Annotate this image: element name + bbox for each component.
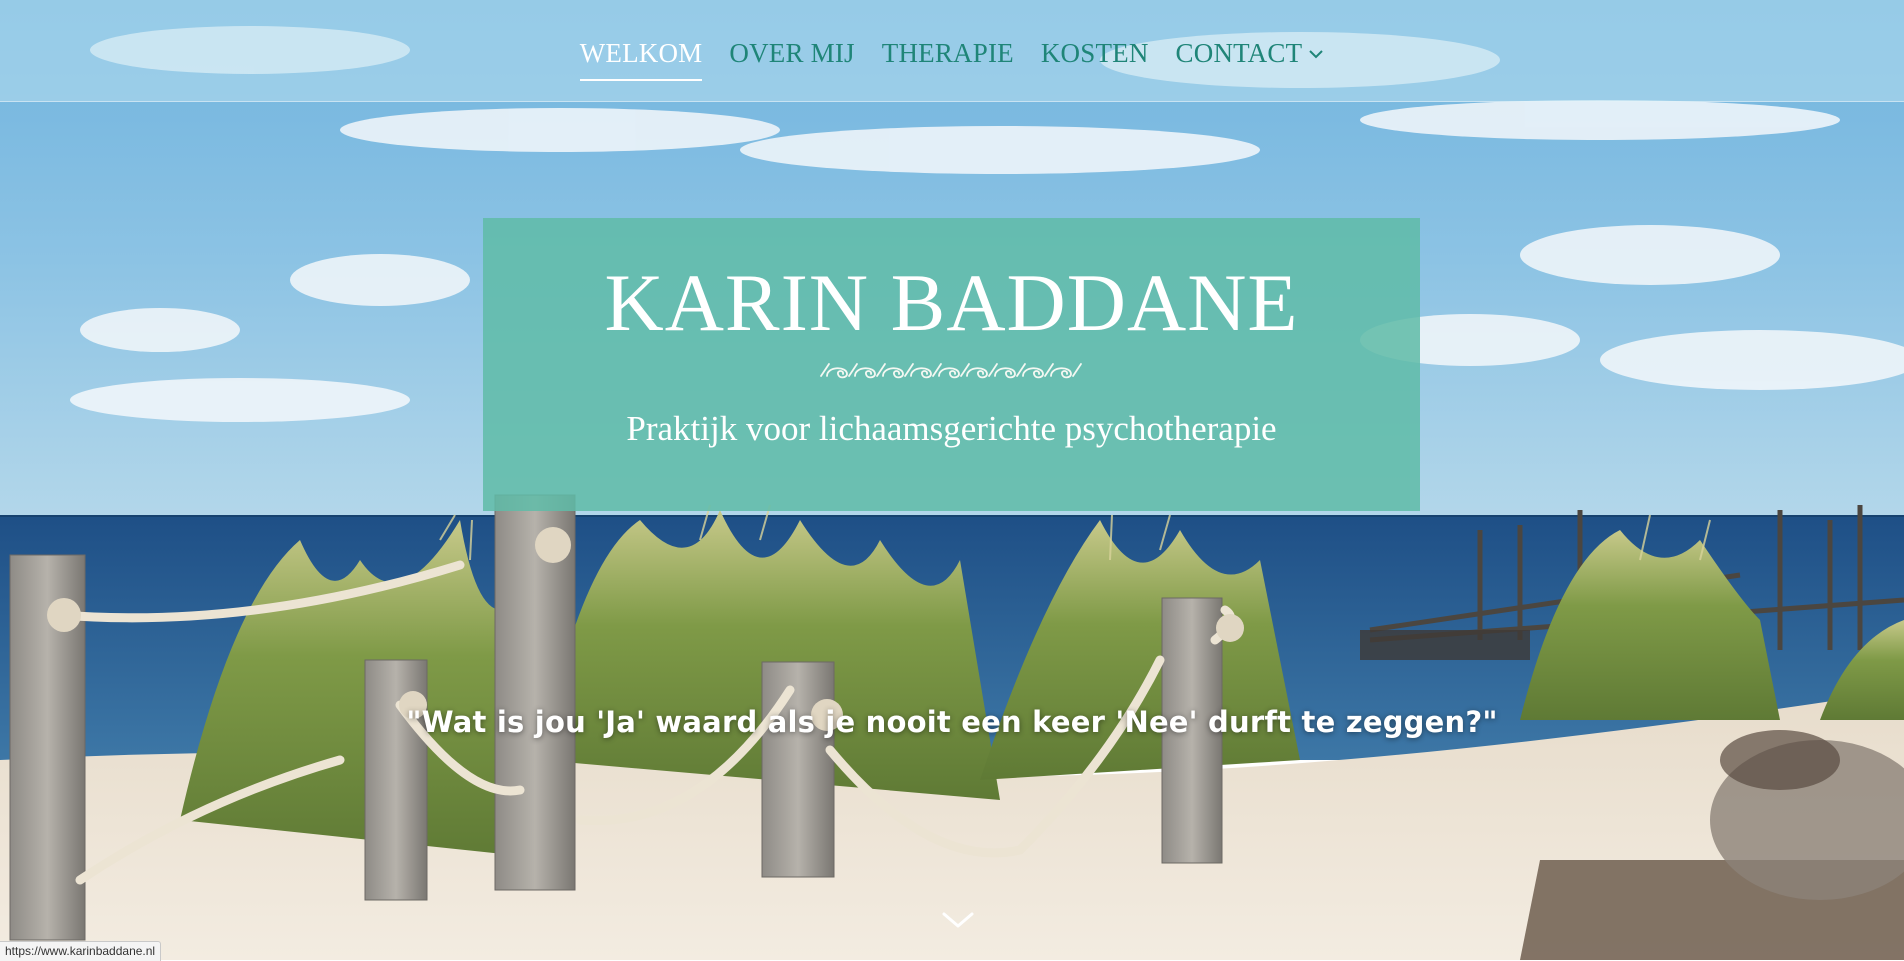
nav-item-label: CONTACT (1175, 38, 1303, 68)
chevron-down-icon (942, 912, 974, 928)
nav-item-welkom[interactable]: WELKOM (579, 38, 703, 81)
scroll-down-button[interactable] (938, 906, 978, 936)
nav-item-contact[interactable]: CONTACT (1176, 38, 1325, 79)
nav-item-label: THERAPIE (881, 38, 1014, 68)
top-navigation: WELKOM OVER MIJ THERAPIE KOSTEN CONTACT (0, 0, 1904, 102)
nav-item-therapie[interactable]: THERAPIE (882, 38, 1014, 79)
hero-quote: "Wat is jou 'Ja' waard als je nooit een … (406, 705, 1498, 739)
status-bar-url: https://www.karinbaddane.nl (0, 941, 162, 961)
nav-item-label: KOSTEN (1040, 38, 1149, 68)
site-title: KARIN BADDANE (604, 257, 1299, 348)
site-title-box: KARIN BADDANE Praktijk voor lichaamsgeri… (483, 218, 1420, 511)
nav-item-kosten[interactable]: KOSTEN (1041, 38, 1149, 79)
nav-item-over-mij[interactable]: OVER MIJ (729, 38, 854, 79)
nav-item-label: WELKOM (579, 38, 703, 68)
nav-item-label: OVER MIJ (729, 38, 855, 68)
site-tagline: Praktijk voor lichaamsgerichte psychothe… (626, 409, 1277, 448)
nav-menu: WELKOM OVER MIJ THERAPIE KOSTEN CONTACT (0, 0, 1904, 101)
wave-ornament-icon (820, 363, 1082, 379)
chevron-down-icon[interactable] (1308, 48, 1324, 60)
